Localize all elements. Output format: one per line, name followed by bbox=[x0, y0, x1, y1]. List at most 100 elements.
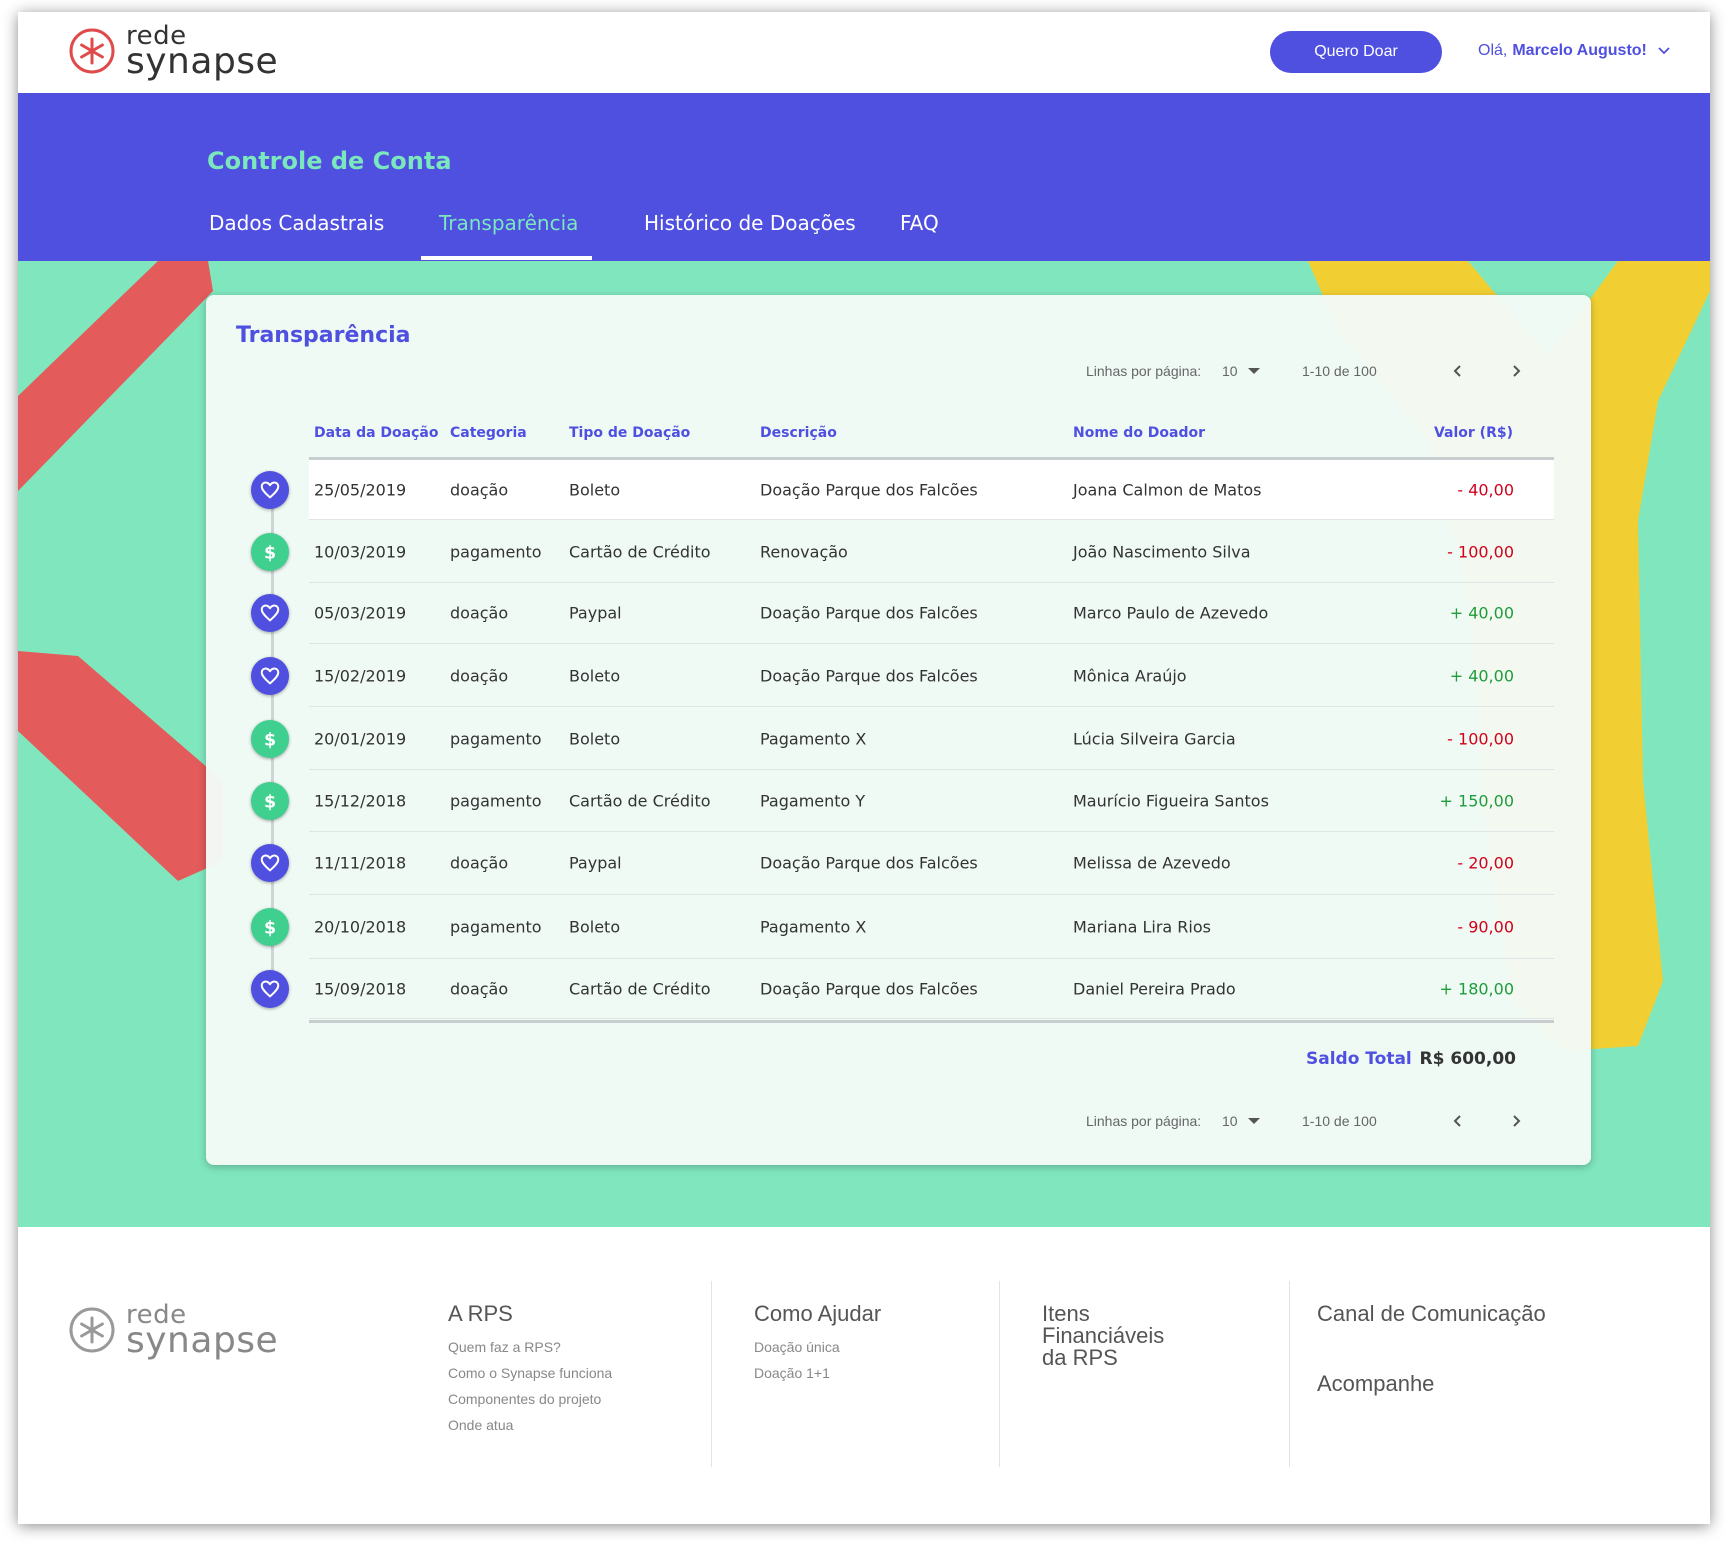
rows-per-page-select[interactable]: 10 bbox=[1222, 363, 1262, 379]
footer-link[interactable]: Componentes do projeto bbox=[448, 1391, 708, 1407]
cell-description: Pagamento X bbox=[760, 917, 867, 937]
table-row[interactable]: 05/03/2019 doação Paypal Doação Parque dos … bbox=[251, 583, 1554, 644]
cell-description: Doação Parque dos Falcões bbox=[760, 666, 978, 685]
cell-value: - 20,00 bbox=[1457, 853, 1514, 873]
chevron-left-icon bbox=[1453, 365, 1461, 377]
site-footer: rede synapse A RPS Quem faz a RPS? Como … bbox=[18, 1227, 1710, 1524]
table-row[interactable]: 15/09/2018 doação Cartão de Crédito Doação … bbox=[251, 959, 1554, 1019]
table-row[interactable]: $20/01/2019 pagamento Boleto Pagamento X Lúc… bbox=[251, 708, 1554, 770]
total-balance-label: Saldo Total bbox=[1306, 1049, 1412, 1069]
table-row[interactable]: 15/02/2019 doação Boleto Doação Parque dos … bbox=[251, 645, 1554, 707]
footer-heading[interactable]: Canal de Comunicação bbox=[1317, 1281, 1649, 1325]
footer-link[interactable]: Doação única bbox=[754, 1339, 999, 1355]
footer-link[interactable]: Onde atua bbox=[448, 1417, 708, 1433]
cell-date: 15/02/2019 bbox=[314, 666, 407, 685]
payment-type-dollar-icon: $ bbox=[251, 533, 289, 571]
donation-type-heart-icon bbox=[251, 844, 289, 882]
pagination-top: Linhas por página: 10 1-10 de 100 bbox=[1086, 357, 1530, 385]
heart-icon bbox=[260, 604, 280, 622]
cell-value: - 100,00 bbox=[1447, 729, 1514, 748]
footer-link[interactable]: Doação 1+1 bbox=[754, 1365, 999, 1381]
rows-per-page-select[interactable]: 10 bbox=[1222, 1113, 1262, 1129]
cell-value: + 40,00 bbox=[1449, 666, 1514, 685]
cell-category: pagamento bbox=[450, 917, 542, 937]
column-header-category[interactable]: Categoria bbox=[450, 425, 527, 441]
cell-donor: Mariana Lira Rios bbox=[1073, 917, 1211, 937]
dollar-icon: $ bbox=[264, 918, 276, 938]
prev-page-button[interactable] bbox=[1444, 1107, 1472, 1135]
cell-description: Renovação bbox=[760, 542, 848, 562]
user-menu[interactable]: Olá, Marcelo Augusto! bbox=[1478, 42, 1671, 60]
table-row[interactable]: $10/03/2019 pagamento Cartão de Crédito Ren… bbox=[251, 522, 1554, 583]
cell-category: doação bbox=[450, 979, 509, 998]
donate-button[interactable]: Quero Doar bbox=[1270, 31, 1442, 73]
active-tab-indicator bbox=[421, 256, 592, 260]
dollar-icon: $ bbox=[264, 730, 276, 750]
column-header-donor[interactable]: Nome do Doador bbox=[1073, 425, 1205, 441]
footer-heading[interactable]: Como Ajudar bbox=[754, 1281, 999, 1325]
rows-per-page-value: 10 bbox=[1222, 1113, 1238, 1129]
card-title: Transparência bbox=[236, 323, 411, 348]
cell-value: + 180,00 bbox=[1439, 979, 1514, 998]
cell-type: Boleto bbox=[569, 729, 621, 748]
table-row[interactable]: $20/10/2018 pagamento Boleto Pagamento X Mar… bbox=[251, 896, 1554, 959]
cell-value: - 90,00 bbox=[1457, 917, 1514, 937]
tab-transparencia[interactable]: Transparência bbox=[439, 211, 578, 235]
column-header-date[interactable]: Data da Doação bbox=[314, 425, 438, 441]
next-page-button[interactable] bbox=[1502, 1107, 1530, 1135]
brand-logo[interactable]: rede synapse bbox=[68, 23, 278, 79]
payment-type-dollar-icon: $ bbox=[251, 908, 289, 946]
tab-faq[interactable]: FAQ bbox=[900, 211, 939, 235]
footer-column-rps: A RPS Quem faz a RPS? Como o Synapse fun… bbox=[448, 1281, 708, 1467]
prev-page-button[interactable] bbox=[1444, 357, 1472, 385]
total-balance-value: R$ 600,00 bbox=[1419, 1049, 1516, 1069]
table-row[interactable]: 11/11/2018 doação Paypal Doação Parque dos … bbox=[251, 832, 1554, 895]
table-row[interactable]: $15/12/2018 pagamento Cartão de Crédito Pag… bbox=[251, 770, 1554, 832]
footer-heading-acompanhe[interactable]: Acompanhe bbox=[1317, 1373, 1649, 1395]
next-page-button[interactable] bbox=[1502, 357, 1530, 385]
footer-link[interactable]: Quem faz a RPS? bbox=[448, 1339, 708, 1355]
cell-description: Doação Parque dos Falcões bbox=[760, 480, 978, 499]
transparency-card: Transparência Linhas por página: 10 1-10… bbox=[206, 295, 1591, 1165]
donation-type-heart-icon bbox=[251, 594, 289, 632]
cell-value: + 150,00 bbox=[1439, 791, 1514, 810]
page-range: 1-10 de 100 bbox=[1302, 1113, 1377, 1129]
tab-historico-doacoes[interactable]: Histórico de Doações bbox=[644, 211, 856, 235]
cell-value: - 100,00 bbox=[1447, 542, 1514, 562]
account-banner: Controle de Conta Dados Cadastrais Trans… bbox=[18, 93, 1710, 261]
tab-dados-cadastrais[interactable]: Dados Cadastrais bbox=[209, 211, 384, 235]
dollar-icon: $ bbox=[264, 543, 276, 563]
cell-donor: Lúcia Silveira Garcia bbox=[1073, 729, 1236, 748]
cell-date: 10/03/2019 bbox=[314, 542, 407, 562]
cell-category: pagamento bbox=[450, 791, 542, 810]
column-header-type[interactable]: Tipo de Doação bbox=[569, 425, 690, 441]
rows-per-page-label: Linhas por página: bbox=[1086, 363, 1202, 379]
svg-text:$: $ bbox=[264, 918, 276, 938]
column-header-description[interactable]: Descrição bbox=[760, 425, 837, 441]
chevron-left-icon bbox=[1453, 1115, 1461, 1127]
heart-icon bbox=[260, 979, 280, 997]
cell-category: doação bbox=[450, 480, 509, 499]
footer-heading[interactable]: A RPS bbox=[448, 1281, 708, 1325]
rows-per-page-label: Linhas por página: bbox=[1086, 1113, 1202, 1129]
footer-link[interactable]: Como o Synapse funciona bbox=[448, 1365, 708, 1381]
cell-category: pagamento bbox=[450, 729, 542, 748]
footer-heading[interactable]: Itens Financiáveis da RPS bbox=[1042, 1281, 1172, 1369]
svg-text:$: $ bbox=[264, 543, 276, 563]
svg-text:$: $ bbox=[264, 792, 276, 812]
chevron-right-icon bbox=[1513, 365, 1521, 377]
app-window: rede synapse Quero Doar Olá, Marcelo Aug… bbox=[18, 12, 1710, 1524]
cell-value: - 40,00 bbox=[1457, 480, 1514, 499]
cell-description: Doação Parque dos Falcões bbox=[760, 853, 978, 873]
greeting-text: Olá, bbox=[1478, 42, 1508, 59]
rows-per-page-value: 10 bbox=[1222, 363, 1238, 379]
cell-type: Paypal bbox=[569, 853, 622, 873]
dropdown-caret-icon bbox=[1247, 1118, 1260, 1124]
payment-type-dollar-icon: $ bbox=[251, 781, 289, 820]
column-header-value[interactable]: Valor (R$) bbox=[1434, 425, 1513, 441]
cell-category: doação bbox=[450, 603, 509, 623]
footer-logo[interactable]: rede synapse bbox=[68, 1302, 278, 1358]
cell-donor: Maurício Figueira Santos bbox=[1073, 791, 1269, 810]
cell-type: Boleto bbox=[569, 917, 621, 937]
table-row[interactable]: 25/05/2019 doação Boleto Doação Parque dos … bbox=[251, 460, 1554, 520]
